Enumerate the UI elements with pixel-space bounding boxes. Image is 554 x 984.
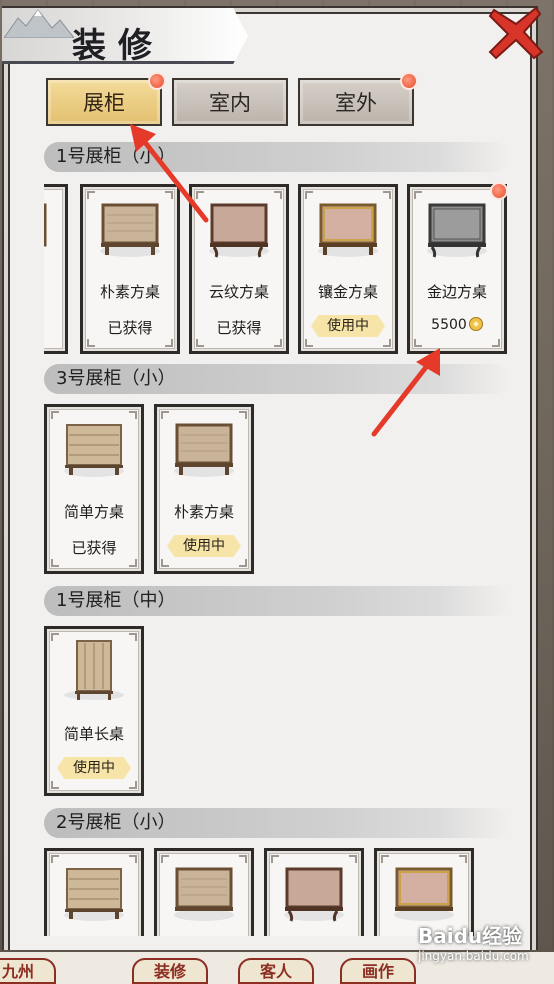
title-banner: 装修	[2, 8, 248, 64]
cloud-table-icon	[209, 203, 269, 258]
item-name: 镶金方桌	[317, 283, 378, 301]
item-name: 朴素方桌	[173, 503, 234, 521]
item-card[interactable]: 镶金方桌 使用中	[298, 184, 398, 354]
item-card[interactable]: 朴素方桌 使用中	[154, 404, 254, 574]
tab-label: 室内	[209, 91, 251, 115]
plain-table-icon	[174, 867, 234, 921]
item-card[interactable]: 朴素方桌 已获得	[80, 184, 180, 354]
card-partial-left[interactable]	[44, 184, 70, 356]
nav-button[interactable]: 九州	[0, 958, 56, 984]
iron-table-icon	[427, 203, 487, 258]
item-card[interactable]	[264, 848, 364, 936]
notification-badge	[490, 182, 508, 200]
item-card[interactable]	[154, 848, 254, 936]
tab-label: 展柜	[83, 91, 125, 115]
simple-table-icon	[64, 868, 124, 921]
item-card[interactable]: 简单方桌 已获得	[44, 404, 144, 574]
item-status: 已获得	[107, 319, 153, 337]
gold-table-icon	[394, 867, 454, 921]
mountain-icon	[4, 9, 74, 38]
cloud-table-icon	[284, 867, 344, 922]
long-table-icon	[64, 640, 124, 700]
section-header: 2号展柜（小）	[44, 808, 510, 838]
item-name: 云纹方桌	[208, 283, 269, 301]
watermark-logo: Baidu经验	[418, 924, 523, 948]
item-price: 5500	[410, 317, 504, 333]
tab-display-cabinet[interactable]: 展柜	[46, 78, 162, 126]
section-header: 1号展柜（中）	[44, 586, 510, 616]
nav-button[interactable]: 客人	[238, 958, 314, 984]
item-card[interactable]: 简单长桌 使用中	[44, 626, 144, 796]
plain-table-icon	[100, 203, 160, 257]
item-name: 简单长桌	[63, 725, 124, 743]
in-use-tag: 使用中	[311, 315, 385, 337]
item-status: 已获得	[71, 539, 117, 557]
nav-button[interactable]: 画作	[340, 958, 416, 984]
tab-indoor[interactable]: 室内	[172, 78, 288, 126]
coin-icon	[468, 317, 483, 331]
watermark: Baidu经验 jingyan.baidu.com	[418, 920, 548, 982]
close-icon[interactable]	[486, 4, 544, 62]
item-card[interactable]: 云纹方桌 已获得	[189, 184, 289, 354]
in-use-tag: 使用中	[57, 757, 131, 779]
item-card[interactable]: 金边方桌 5500	[407, 184, 507, 354]
item-name: 朴素方桌	[99, 283, 160, 301]
notification-badge	[148, 72, 166, 90]
section-header: 1号展柜（小）	[44, 142, 510, 172]
table-icon	[44, 203, 47, 247]
item-name: 金边方桌	[426, 283, 487, 301]
item-status: 已获得	[216, 319, 262, 337]
plain-table-icon	[174, 423, 234, 477]
gold-table-icon	[318, 203, 378, 257]
tab-outdoor[interactable]: 室外	[298, 78, 414, 126]
item-card[interactable]	[44, 848, 144, 936]
price-value: 5500	[431, 317, 467, 333]
item-name: 简单方桌	[63, 503, 124, 521]
tab-label: 室外	[335, 91, 377, 115]
watermark-url: jingyan.baidu.com	[418, 949, 529, 963]
notification-badge	[400, 72, 418, 90]
in-use-tag: 使用中	[167, 535, 241, 557]
nav-button[interactable]: 装修	[132, 958, 208, 984]
simple-table-icon	[64, 424, 124, 477]
section-header: 3号展柜（小）	[44, 364, 510, 394]
page-title: 装修	[72, 26, 164, 66]
